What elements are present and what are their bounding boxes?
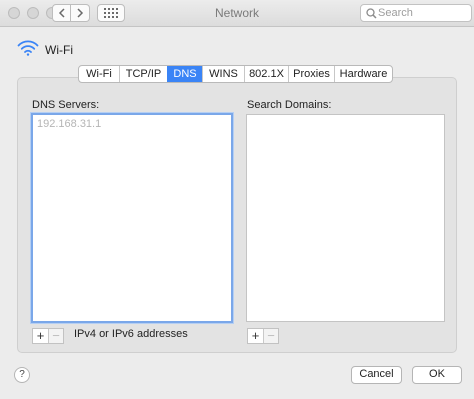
search-domains-add-remove-control: + −: [247, 328, 279, 344]
tab-dns[interactable]: DNS: [167, 66, 202, 82]
title-bar: Network: [0, 0, 474, 27]
tab-802-1x[interactable]: 802.1X: [244, 66, 288, 82]
tab-bar: Wi-Fi TCP/IP DNS WINS 802.1X Proxies Har…: [78, 65, 393, 83]
search-field[interactable]: [360, 4, 472, 22]
add-search-domain-button[interactable]: +: [248, 329, 263, 343]
dns-add-remove-control: + −: [32, 328, 64, 344]
tab-wins[interactable]: WINS: [202, 66, 244, 82]
remove-dns-server-button[interactable]: −: [48, 329, 63, 343]
add-dns-server-button[interactable]: +: [33, 329, 48, 343]
list-item[interactable]: 192.168.31.1: [37, 118, 101, 130]
wifi-icon: [17, 40, 39, 56]
tab-proxies[interactable]: Proxies: [288, 66, 334, 82]
help-button[interactable]: ?: [14, 367, 30, 383]
search-domains-label: Search Domains:: [247, 99, 332, 111]
search-input[interactable]: [378, 6, 468, 20]
ok-button[interactable]: OK: [412, 366, 462, 384]
search-icon: [366, 8, 377, 19]
dns-servers-label: DNS Servers:: [32, 99, 100, 111]
dns-hint-text: IPv4 or IPv6 addresses: [74, 328, 188, 340]
search-domains-list[interactable]: [246, 114, 445, 322]
interface-name: Wi-Fi: [45, 43, 73, 57]
tab-hardware[interactable]: Hardware: [334, 66, 392, 82]
tab-wifi[interactable]: Wi-Fi: [79, 66, 119, 82]
remove-search-domain-button[interactable]: −: [263, 329, 278, 343]
cancel-button[interactable]: Cancel: [351, 366, 402, 384]
dns-servers-list[interactable]: 192.168.31.1: [31, 113, 233, 323]
tab-tcp-ip[interactable]: TCP/IP: [119, 66, 167, 82]
